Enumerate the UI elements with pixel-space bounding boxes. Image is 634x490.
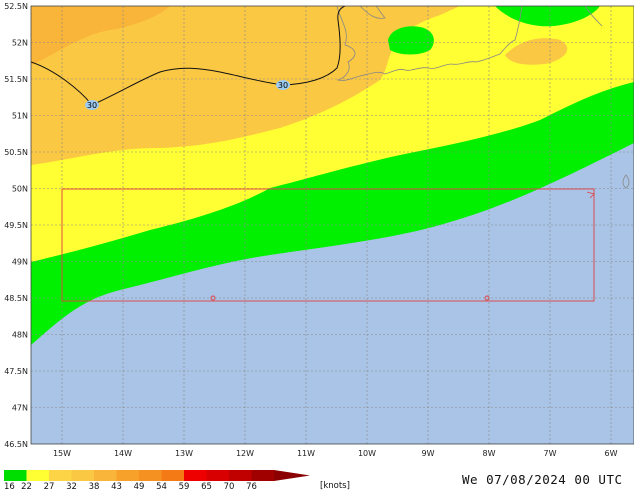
lat-label: 51N: [12, 112, 28, 121]
lat-label: 47N: [12, 404, 28, 413]
legend-arrow: [274, 470, 310, 481]
legend-swatch: [139, 470, 162, 481]
isoline-label-east: 30: [276, 80, 290, 90]
lat-label: 52.5N: [4, 2, 28, 11]
legend-swatch: [184, 470, 207, 481]
lon-label: 8W: [483, 449, 496, 458]
wind-map: 30 30 52.5N 52N 51.5N 51N 50.5N 50N 49.5N 49N 48…: [4, 2, 634, 490]
legend-label: 16: [4, 482, 15, 490]
legend-swatch: [49, 470, 72, 481]
legend-unit: [knots]: [320, 481, 350, 490]
legend-swatch: [4, 470, 27, 481]
legend-swatch: [26, 470, 49, 481]
legend-swatch: [206, 470, 229, 481]
lat-label: 49N: [12, 258, 28, 267]
legend-label: 32: [66, 482, 77, 490]
legend-label: 54: [156, 482, 167, 490]
lat-label: 50.5N: [4, 148, 28, 157]
svg-text:30: 30: [278, 81, 288, 90]
legend-swatch: [161, 470, 184, 481]
longitude-labels: 15W 14W 13W 12W 11W 10W 9W 8W 7W 6W: [53, 449, 618, 458]
lat-label: 49.5N: [4, 221, 28, 230]
legend-label: 76: [246, 482, 257, 490]
isoline-label-west: 30: [85, 100, 99, 110]
legend-label: 59: [179, 482, 190, 490]
legend-label: 22: [21, 482, 32, 490]
lon-label: 9W: [422, 449, 435, 458]
legend-label: 27: [44, 482, 55, 490]
legend-label: 43: [111, 482, 122, 490]
legend-swatch: [116, 470, 139, 481]
legend-label: 65: [201, 482, 212, 490]
lat-label: 52N: [12, 39, 28, 48]
lon-label: 10W: [358, 449, 376, 458]
wind-field: [31, 6, 634, 444]
lon-label: 15W: [53, 449, 71, 458]
lon-label: 14W: [114, 449, 132, 458]
lat-label: 46.5N: [4, 440, 28, 449]
legend-label: 70: [224, 482, 235, 490]
lon-label: 6W: [605, 449, 618, 458]
svg-text:30: 30: [87, 101, 97, 110]
legend-swatch: [251, 470, 274, 481]
legend-swatch: [94, 470, 117, 481]
lat-label: 51.5N: [4, 75, 28, 84]
lat-label: 50N: [12, 185, 28, 194]
lon-label: 7W: [544, 449, 557, 458]
legend-swatch: [229, 470, 252, 481]
legend-swatch: [71, 470, 94, 481]
lat-label: 48.5N: [4, 294, 28, 303]
lon-label: 11W: [297, 449, 315, 458]
color-legend: 16 22 27 32 38 43 49 54 59 65 70 76: [4, 470, 310, 490]
latitude-labels: 52.5N 52N 51.5N 51N 50.5N 50N 49.5N 49N 48.5N 48N…: [4, 2, 28, 449]
lon-label: 12W: [236, 449, 254, 458]
forecast-timestamp: We 07/08/2024 00 UTC: [462, 472, 623, 487]
legend-label: 38: [89, 482, 100, 490]
legend-label: 49: [134, 482, 145, 490]
lat-label: 47.5N: [4, 367, 28, 376]
lat-label: 48N: [12, 331, 28, 340]
lon-label: 13W: [175, 449, 193, 458]
